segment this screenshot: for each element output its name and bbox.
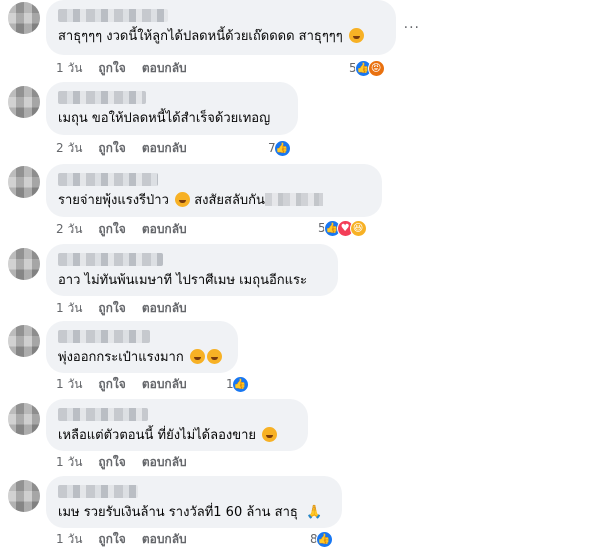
like-link[interactable]: ถูกใจ (98, 531, 125, 547)
reaction-summary[interactable]: 1 👍 (226, 375, 249, 393)
commenter-name-blurred[interactable] (58, 485, 138, 498)
comment-bubble: เมถุน ขอให้ปลดหนี้ได้สำเร็จด้วยเทอญ (46, 82, 298, 135)
comment-actions: 2 วัน ถูกใจ ตอบกลับ (56, 221, 187, 237)
comment-bubble: สาธุๆๆๆ งวดนี้ให้ลูกได้ปลดหนี้ด้วยเถ๊ดดด… (46, 0, 396, 55)
angry-icon: 😡 (367, 59, 385, 77)
avatar[interactable] (8, 166, 40, 198)
comment-time[interactable]: 1 วัน (56, 60, 82, 76)
avatar[interactable] (8, 403, 40, 435)
like-link[interactable]: ถูกใจ (98, 60, 125, 76)
comment-text: สาธุๆๆๆ งวดนี้ให้ลูกได้ปลดหนี้ด้วยเถ๊ดดด… (58, 29, 343, 44)
comment-actions: 1 วัน ถูกใจ ตอบกลับ (56, 531, 187, 547)
comment-actions: 1 วัน ถูกใจ ตอบกลับ (56, 376, 187, 392)
comment-text: อาว ไม่ทันพ้นเมษาที ไปราศีเมษ เมถุนอีกแร… (58, 273, 307, 288)
avatar[interactable] (8, 325, 40, 357)
like-icon: 👍 (273, 139, 291, 157)
avatar[interactable] (8, 86, 40, 118)
comment-time[interactable]: 2 วัน (56, 140, 82, 156)
reaction-summary[interactable]: 5 👍 😡 (349, 59, 385, 77)
comment-bubble: เมษ รวยรับเงินล้าน รางวัลที่1 60 ล้าน สา… (46, 476, 342, 528)
commenter-name-blurred[interactable] (58, 91, 146, 104)
like-icon: 👍 (231, 375, 249, 393)
laughing-emoji-icon (348, 28, 364, 43)
commenter-name-blurred[interactable] (58, 330, 150, 343)
reply-link[interactable]: ตอบกลับ (142, 221, 187, 237)
comment-actions: 1 วัน ถูกใจ ตอบกลับ (56, 454, 187, 470)
laughing-emoji-icon (206, 349, 222, 364)
laughing-emoji-icon (175, 192, 191, 207)
more-options-icon[interactable]: ··· (404, 20, 420, 36)
like-link[interactable]: ถูกใจ (98, 140, 125, 156)
comment-bubble: เหลือแต่ตัวตอนนี้ ที่ยังไม่ได้ลองขาย (46, 399, 308, 451)
like-link[interactable]: ถูกใจ (98, 221, 125, 237)
commenter-name-blurred[interactable] (58, 408, 148, 421)
comment-time[interactable]: 1 วัน (56, 454, 82, 470)
reply-link[interactable]: ตอบกลับ (142, 376, 187, 392)
reply-link[interactable]: ตอบกลับ (142, 60, 187, 76)
commenter-name-blurred[interactable] (58, 253, 163, 266)
comment-bubble: รายจ่ายพุ้งแรงรีป่าว สงสัยสลับกัน (46, 164, 382, 217)
like-link[interactable]: ถูกใจ (98, 376, 125, 392)
comment-time[interactable]: 1 วัน (56, 376, 82, 392)
haha-icon: 😆 (349, 219, 367, 237)
comment-text: เมถุน ขอให้ปลดหนี้ได้สำเร็จด้วยเทอญ (58, 111, 271, 126)
laughing-emoji-icon (262, 427, 278, 442)
laughing-emoji-icon (189, 349, 205, 364)
reaction-summary[interactable]: 5 👍 ♥ 😆 (318, 219, 367, 237)
like-link[interactable]: ถูกใจ (98, 300, 125, 316)
commenter-name-blurred[interactable] (58, 173, 158, 186)
comment-text-continued: สงสัยสลับกัน (194, 193, 265, 208)
avatar[interactable] (8, 248, 40, 280)
praying-hands-icon: 🙏 (305, 505, 323, 520)
comment-time[interactable]: 2 วัน (56, 221, 82, 237)
comment-time[interactable]: 1 วัน (56, 531, 82, 547)
avatar[interactable] (8, 2, 40, 34)
comment-actions: 1 วัน ถูกใจ ตอบกลับ (56, 300, 187, 316)
like-icon: 👍 (315, 530, 333, 548)
reply-link[interactable]: ตอบกลับ (142, 300, 187, 316)
reaction-summary[interactable]: 8 👍 (310, 530, 333, 548)
blurred-mention (264, 193, 323, 206)
comment-actions: 2 วัน ถูกใจ ตอบกลับ (56, 140, 187, 156)
reaction-summary[interactable]: 7 👍 (268, 139, 291, 157)
reply-link[interactable]: ตอบกลับ (142, 531, 187, 547)
commenter-name-blurred[interactable] (58, 9, 168, 22)
reply-link[interactable]: ตอบกลับ (142, 454, 187, 470)
comment-bubble: อาว ไม่ทันพ้นเมษาที ไปราศีเมษ เมถุนอีกแร… (46, 244, 338, 296)
avatar[interactable] (8, 480, 40, 512)
comment-text: เมษ รวยรับเงินล้าน รางวัลที่1 60 ล้าน สา… (58, 505, 298, 520)
comment-bubble: พุ่งออกกระเป๋าแรงมาก (46, 321, 238, 373)
like-link[interactable]: ถูกใจ (98, 454, 125, 470)
comment-actions: 1 วัน ถูกใจ ตอบกลับ (56, 60, 187, 76)
comment-text: รายจ่ายพุ้งแรงรีป่าว (58, 193, 169, 208)
reply-link[interactable]: ตอบกลับ (142, 140, 187, 156)
comment-time[interactable]: 1 วัน (56, 300, 82, 316)
comment-text: เหลือแต่ตัวตอนนี้ ที่ยังไม่ได้ลองขาย (58, 428, 257, 443)
comment-text: พุ่งออกกระเป๋าแรงมาก (58, 350, 184, 365)
